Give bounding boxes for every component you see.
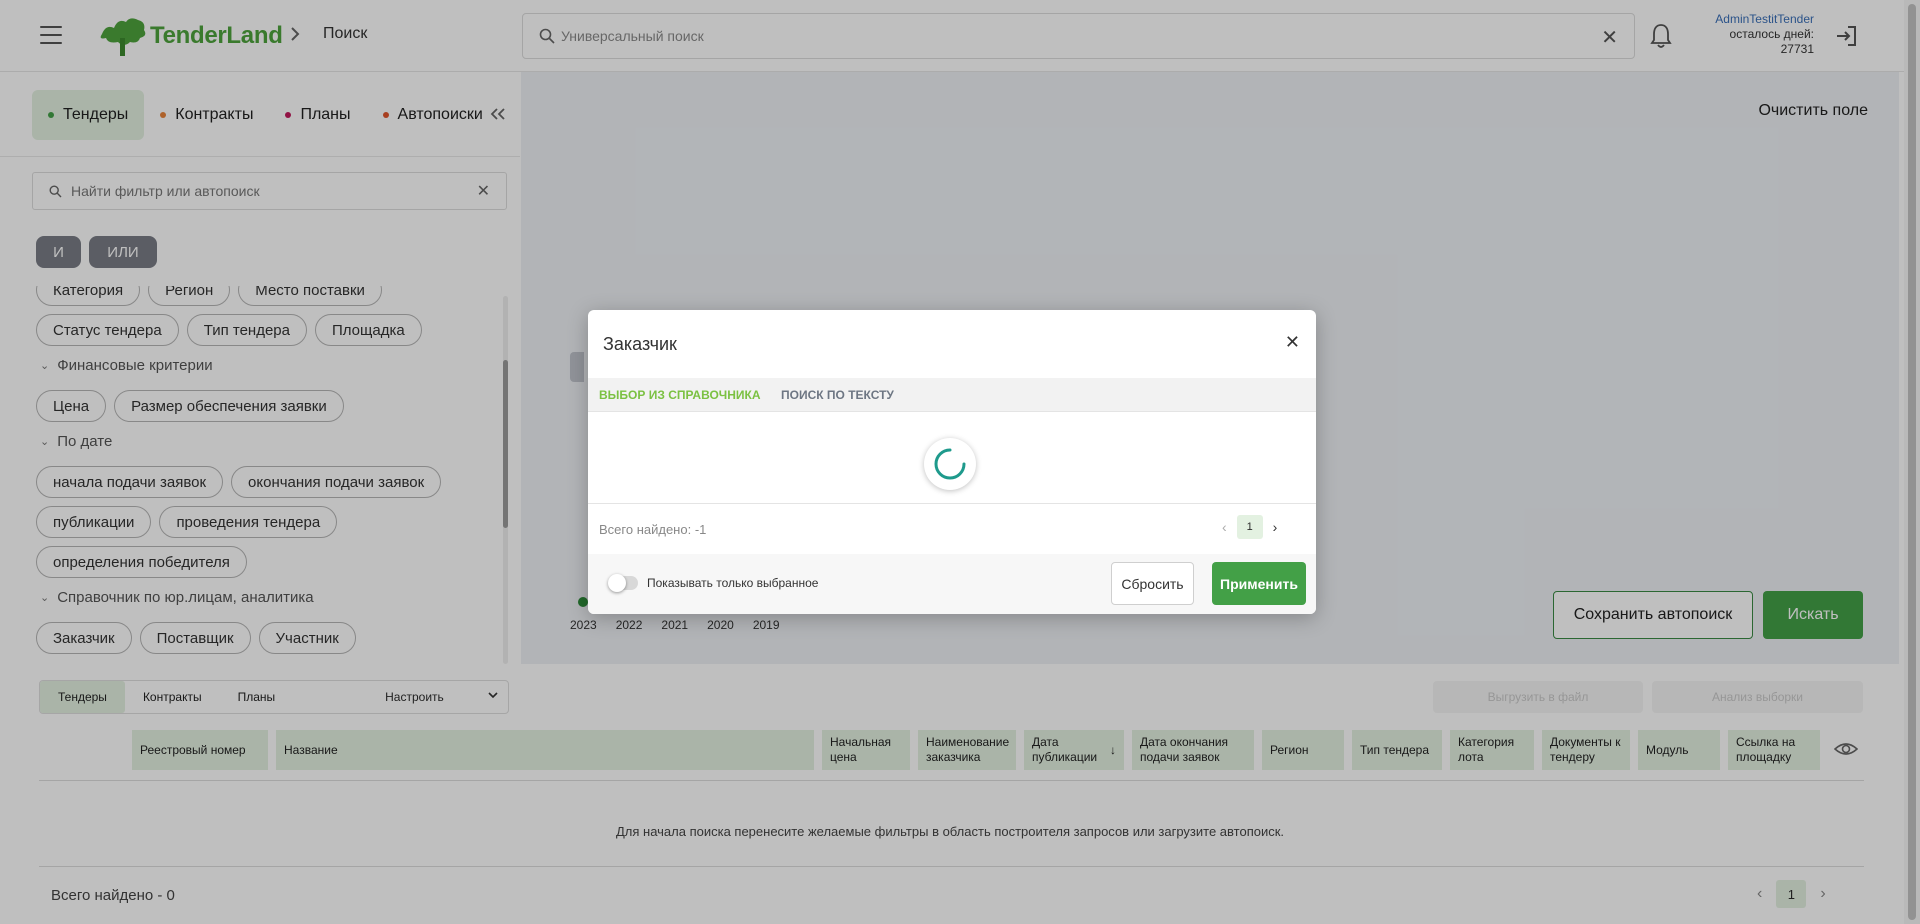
modal-found-count: Всего найдено: -1	[599, 522, 707, 537]
tab-text-search[interactable]: ПОИСК ПО ТЕКСТУ	[781, 388, 894, 402]
customer-modal: Заказчик ✕ ВЫБОР ИЗ СПРАВОЧНИКА ПОИСК ПО…	[588, 310, 1316, 614]
next-page-icon[interactable]: ›	[1273, 519, 1278, 535]
divider	[588, 503, 1316, 504]
modal-pagination: ‹ 1 ›	[1222, 515, 1277, 539]
modal-title: Заказчик	[603, 334, 677, 354]
prev-page-icon[interactable]: ‹	[1222, 519, 1227, 535]
tab-directory[interactable]: ВЫБОР ИЗ СПРАВОЧНИКА	[599, 388, 761, 402]
toggle-knob	[608, 574, 626, 592]
close-icon[interactable]: ✕	[1285, 332, 1300, 353]
show-selected-toggle[interactable]	[608, 574, 638, 592]
modal-footer: Показывать только выбранное Сбросить При…	[588, 554, 1316, 614]
modal-tabs: ВЫБОР ИЗ СПРАВОЧНИКА ПОИСК ПО ТЕКСТУ	[588, 378, 1316, 412]
loading-spinner-icon	[924, 438, 976, 490]
reset-button[interactable]: Сбросить	[1111, 562, 1194, 605]
apply-button[interactable]: Применить	[1212, 562, 1306, 605]
show-selected-label[interactable]: Показывать только выбранное	[647, 576, 818, 590]
page-number[interactable]: 1	[1236, 515, 1263, 539]
